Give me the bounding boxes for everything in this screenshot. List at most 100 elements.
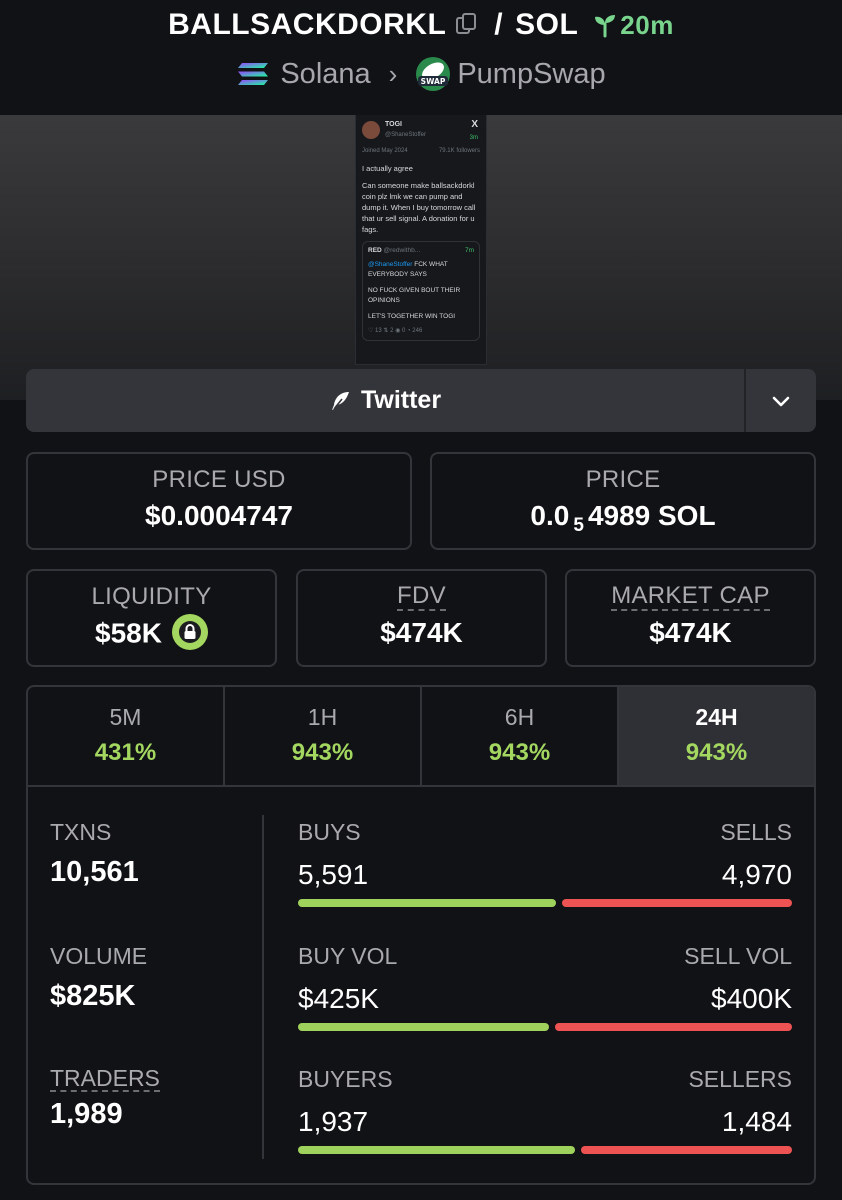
sell-vol-bar-fill [555, 1023, 792, 1031]
pair-age: 20m [620, 9, 674, 40]
social-link-group: Twitter [26, 369, 816, 432]
avatar [362, 121, 380, 139]
pumpswap-logo: SWAP [416, 57, 451, 91]
solana-logo [238, 63, 269, 85]
tab-label: 6H [504, 704, 535, 730]
pair-separator: / [494, 8, 504, 41]
volume-value: $825K [50, 980, 136, 1012]
market-cap-label[interactable]: MARKET CAP [611, 583, 770, 611]
buy-vol-bar-fill [298, 1023, 549, 1031]
tweet-author: TOGI [385, 121, 402, 128]
fdv-label[interactable]: FDV [397, 583, 446, 611]
price-native-suffix: 4989 SOL [587, 500, 716, 531]
sellers-bar-fill [581, 1146, 792, 1154]
pair-header: BALLSACKDORKL / SOL 20m Solana › SWAP Pu… [0, 0, 842, 115]
tweet-joined: Joined May 2024 [362, 148, 408, 154]
price-native-zero-count: 5 [573, 515, 584, 536]
txns-label: TXNS [50, 819, 112, 845]
sells-bar-fill [562, 899, 792, 907]
buy-sell-volume-bar [298, 1023, 792, 1031]
quote-handle: @redwithb... [383, 247, 421, 254]
tweet-body: Can someone make ballsackdorkl coin plz … [362, 181, 476, 234]
quote-author: RED [368, 247, 382, 254]
twitter-button[interactable]: Twitter [26, 369, 744, 432]
tab-24h[interactable]: 24H 943% [619, 687, 814, 785]
price-usd-card: PRICE USD $0.0004747 [26, 452, 412, 550]
tab-label: 24H [695, 704, 738, 730]
pair-title: BALLSACKDORKL / SOL 20m [0, 8, 842, 42]
sellers-label: SELLERS [688, 1066, 792, 1092]
buyers-sellers-bar [298, 1146, 792, 1154]
tweet-handle: @ShaneStoffer [385, 132, 427, 138]
tab-6h[interactable]: 6H 943% [422, 687, 619, 785]
pair-banner-image: TOGI @ShaneStoffer X 3m Joined May 2024 … [0, 115, 842, 400]
price-change: 431% [94, 739, 157, 766]
dex-link[interactable]: PumpSwap [457, 58, 605, 91]
x-logo-icon: X [471, 119, 478, 130]
sell-vol-value: $400K [711, 983, 792, 1014]
buys-label: BUYS [298, 819, 361, 845]
price-change: 943% [488, 739, 551, 766]
fdv-value: $474K [380, 617, 463, 648]
buyers-value: 1,937 [298, 1106, 369, 1137]
svg-text:SWAP: SWAP [421, 77, 446, 86]
price-native-label: PRICE [585, 466, 661, 493]
price-native-card: PRICE 0.0 5 4989 SOL [430, 452, 816, 550]
quote-text-3: LET'S TOGETHER WIN TOGI [368, 313, 456, 320]
breadcrumb: Solana › SWAP PumpSwap [0, 56, 842, 92]
quote-text-2: NO FUCK GIVEN BOUT THEIR OPINIONS [368, 287, 461, 304]
quote-symbol: SOL [515, 8, 579, 41]
tab-1h[interactable]: 1H 943% [225, 687, 422, 785]
buys-sells-bar [298, 899, 792, 907]
chevron-down-icon [772, 396, 790, 406]
timeframe-tabs: 5M 431% 1H 943% 6H 943% 24H 943% [28, 687, 814, 787]
price-usd-value: $0.0004747 [145, 500, 293, 531]
buyers-label: BUYERS [298, 1066, 393, 1092]
buyers-sellers-row: BUYERS SELLERS 1,937 1,484 [298, 1066, 792, 1156]
market-cap-card: MARKET CAP $474K [565, 569, 816, 667]
liquidity-card: LIQUIDITY $58K [26, 569, 277, 667]
twitter-button-label: Twitter [360, 386, 442, 414]
quote-time: 7m [464, 247, 474, 254]
chain-link[interactable]: Solana [280, 58, 370, 91]
quote-stats: ♡ 13 ⇅ 2 ◉ 0 ◔ 246 [368, 328, 423, 334]
trading-stats-panel: 5M 431% 1H 943% 6H 943% 24H 943% TXNS 10… [26, 685, 816, 1185]
liquidity-value: $58K [95, 617, 162, 649]
price-native-value: 0.0 5 4989 SOL [432, 500, 814, 537]
sprout-icon [595, 15, 616, 38]
sells-label: SELLS [720, 819, 792, 845]
market-cap-value: $474K [649, 617, 732, 648]
txns-value: 10,561 [50, 856, 139, 888]
txns-stat: TXNS 10,561 [50, 819, 139, 889]
traders-label[interactable]: TRADERS [50, 1066, 160, 1092]
liquidity-lock-icon[interactable] [171, 614, 208, 650]
quote-mention: @ShaneStoffer [368, 261, 413, 268]
tab-label: 1H [307, 704, 338, 730]
traders-stat: TRADERS 1,989 [50, 1066, 160, 1131]
column-divider [262, 815, 264, 1159]
buys-value: 5,591 [298, 859, 369, 890]
token-symbol: BALLSACKDORKL [168, 8, 447, 41]
tab-5m[interactable]: 5M 431% [28, 687, 225, 785]
tweet-screenshot: TOGI @ShaneStoffer X 3m Joined May 2024 … [355, 115, 487, 365]
more-links-button[interactable] [744, 369, 816, 432]
fdv-card: FDV $474K [296, 569, 547, 667]
volume-stat: VOLUME $825K [50, 943, 147, 1013]
tweet-line-1: I actually agree [362, 164, 413, 173]
buy-sell-volume-row: BUY VOL SELL VOL $425K $400K [298, 943, 792, 1033]
tweet-time: 3m [469, 135, 478, 141]
price-native-prefix: 0.0 [530, 500, 570, 531]
price-change: 943% [685, 739, 748, 766]
buyers-bar-fill [298, 1146, 575, 1154]
tab-label: 5M [109, 704, 142, 730]
buy-sell-column: BUYS SELLS 5,591 4,970 BUY VOL SELL VOL … [298, 789, 792, 1183]
chevron-right-icon: › [388, 58, 398, 89]
copy-icon[interactable] [456, 13, 478, 37]
sells-value: 4,970 [721, 859, 792, 890]
feather-icon [331, 391, 349, 410]
sell-vol-label: SELL VOL [684, 943, 792, 969]
price-usd-label: PRICE USD [152, 466, 286, 493]
volume-label: VOLUME [50, 943, 148, 969]
buys-sells-row: BUYS SELLS 5,591 4,970 [298, 819, 792, 909]
liquidity-label: LIQUIDITY [91, 583, 212, 610]
